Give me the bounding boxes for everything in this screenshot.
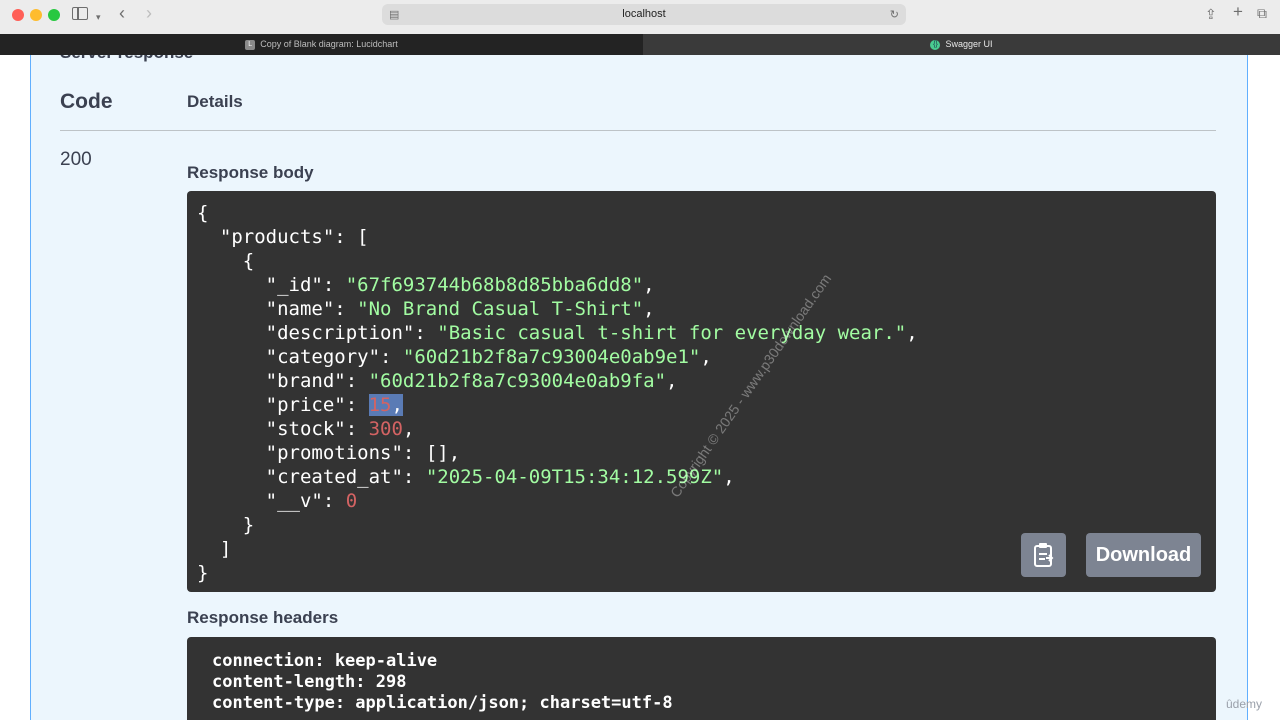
new-tab-icon[interactable]: + [1233,3,1243,20]
download-button[interactable]: Download [1086,533,1201,577]
tab-swagger-ui[interactable]: {} Swagger UI [643,34,1280,55]
minimize-window-button[interactable] [30,9,42,21]
json-body[interactable]: { "products": [ { "_id": "67f693744b68b8… [197,201,918,585]
headers-text: connection: keep-alive content-length: 2… [212,651,673,713]
clipboard-icon [1033,543,1053,567]
code-column-header: Code [60,90,113,113]
details-column-header: Details [187,92,243,111]
udemy-logo: ûdemy [1226,697,1263,711]
close-window-button[interactable] [12,9,24,21]
response-body[interactable]: { "products": [ { "_id": "67f693744b68b8… [187,191,1216,592]
tab-lucidchart[interactable]: L Copy of Blank diagram: Lucidchart [0,34,643,55]
response-headers-title: Response headers [187,608,339,627]
address-bar[interactable]: ▤ localhost ↻ [382,4,906,25]
zoom-window-button[interactable] [48,9,60,21]
tab-bar: L Copy of Blank diagram: Lucidchart {} S… [0,34,1280,55]
tab-label: Swagger UI [945,39,993,49]
chevron-down-icon[interactable]: ▾ [96,10,101,24]
swagger-icon: {} [930,39,941,50]
divider [60,130,1216,131]
tab-label: Copy of Blank diagram: Lucidchart [260,39,398,49]
copy-to-clipboard-button[interactable] [1021,533,1066,577]
response-body-title: Response body [187,163,314,182]
sidebar-toggle-icon[interactable] [72,7,88,20]
reload-icon[interactable]: ↻ [890,8,899,22]
swagger-page: Server response Code Details 200 Respons… [0,55,1280,720]
back-icon[interactable]: ‹ [119,4,125,22]
server-response-heading: Server response [60,55,193,63]
tab-overview-icon[interactable]: ⧉ [1257,6,1267,20]
browser-toolbar: ▾ ‹ › ▤ localhost ↻ ⇪ + ⧉ [0,0,1280,34]
selected-price: 15 [368,394,392,416]
response-headers[interactable]: connection: keep-alive content-length: 2… [187,637,1216,720]
status-code: 200 [60,149,92,170]
url-text: localhost [622,8,666,20]
forward-icon[interactable]: › [146,4,152,22]
share-icon[interactable]: ⇪ [1205,7,1217,21]
lucidchart-icon: L [245,39,256,50]
